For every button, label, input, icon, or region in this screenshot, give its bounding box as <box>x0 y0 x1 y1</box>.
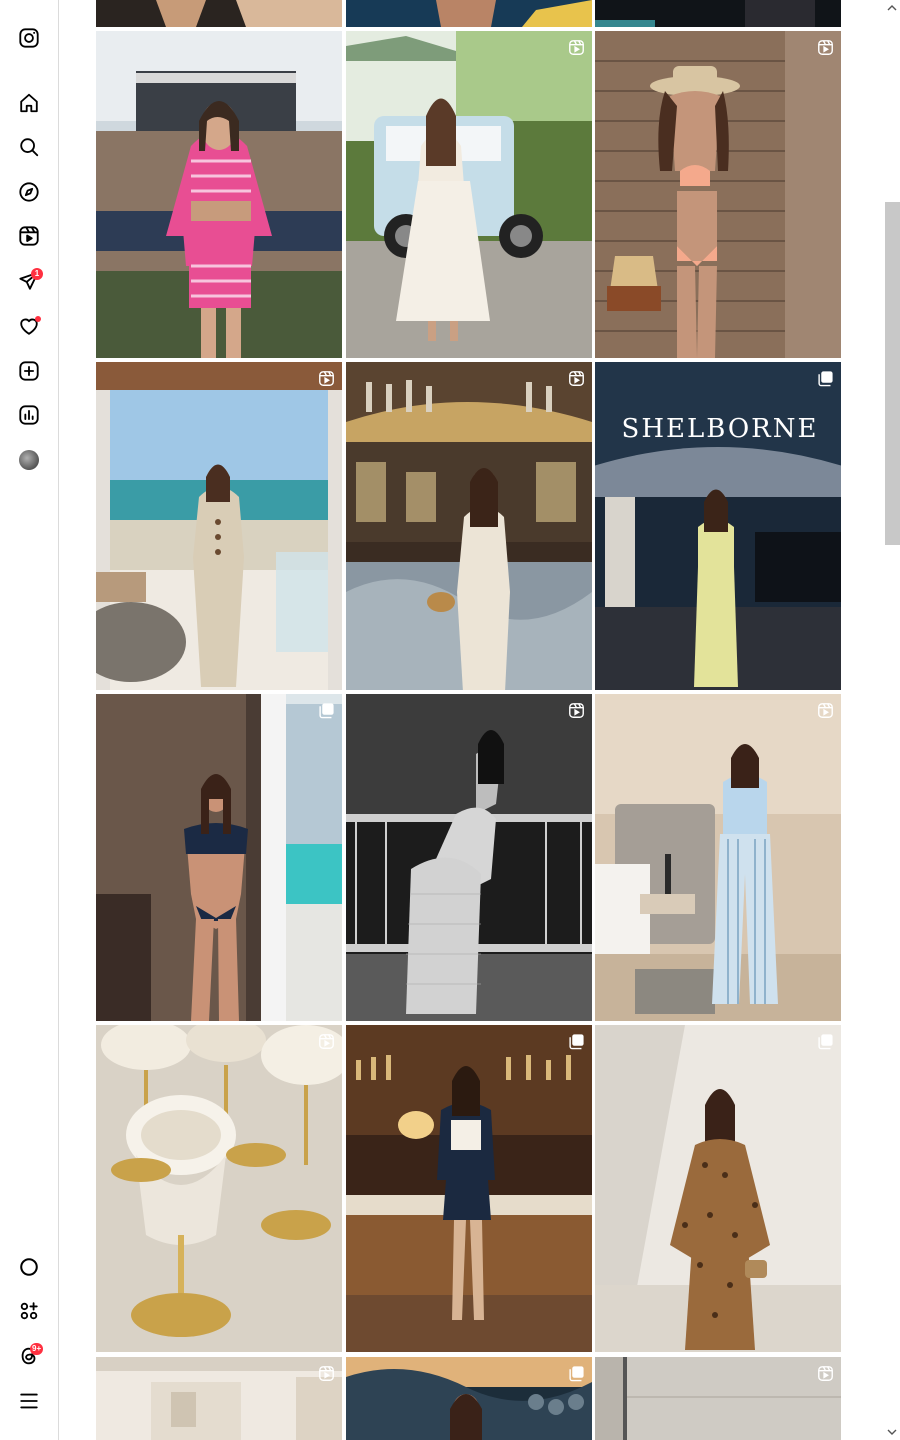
post-tile[interactable] <box>96 362 342 690</box>
svg-text:SHELBORNE: SHELBORNE <box>622 414 819 444</box>
post-tile[interactable] <box>595 1025 841 1352</box>
reel-badge-icon <box>318 370 335 387</box>
threads-badge: 9+ <box>30 1343 44 1355</box>
messages-badge: 1 <box>31 268 43 280</box>
post-tile[interactable] <box>595 1357 841 1440</box>
reel-badge-icon <box>318 1033 335 1050</box>
instagram-logo-icon[interactable] <box>17 26 41 50</box>
post-tile[interactable]: SHELBORNE <box>595 362 841 690</box>
carousel-badge-icon <box>817 1033 834 1050</box>
scroll-up-arrow-icon[interactable] <box>887 3 897 13</box>
reel-badge-icon <box>318 1365 335 1382</box>
post-tile[interactable] <box>96 694 342 1021</box>
reel-badge-icon <box>568 39 585 56</box>
post-tile[interactable] <box>346 362 592 690</box>
reel-badge-icon <box>568 370 585 387</box>
search-icon[interactable] <box>17 135 41 159</box>
create-icon[interactable] <box>17 359 41 383</box>
reels-icon[interactable] <box>17 224 41 248</box>
post-tile[interactable] <box>595 694 841 1021</box>
page-scrollbar[interactable] <box>883 0 900 1440</box>
home-icon[interactable] <box>17 91 41 115</box>
notifications-dot <box>35 316 41 322</box>
dashboard-icon[interactable] <box>17 403 41 427</box>
post-tile[interactable] <box>346 1357 592 1440</box>
menu-icon[interactable] <box>17 1389 41 1413</box>
carousel-badge-icon <box>318 702 335 719</box>
scrollbar-thumb[interactable] <box>885 202 900 545</box>
reel-badge-icon <box>568 702 585 719</box>
carousel-badge-icon <box>568 1365 585 1382</box>
reel-badge-icon <box>817 702 834 719</box>
post-tile[interactable] <box>96 1357 342 1440</box>
scroll-down-arrow-icon[interactable] <box>887 1427 897 1437</box>
sidebar-nav: 1 9+ <box>0 0 59 1440</box>
reel-badge-icon <box>817 39 834 56</box>
more-apps-icon[interactable] <box>17 1299 41 1323</box>
carousel-badge-icon <box>817 370 834 387</box>
threads-circle-icon[interactable] <box>17 1255 41 1279</box>
reel-badge-icon <box>817 1365 834 1382</box>
post-tile[interactable] <box>346 31 592 358</box>
explore-icon[interactable] <box>17 180 41 204</box>
post-tile[interactable] <box>595 0 841 27</box>
post-tile[interactable] <box>595 31 841 358</box>
post-tile[interactable] <box>346 1025 592 1352</box>
profile-avatar[interactable] <box>17 448 41 472</box>
carousel-badge-icon <box>568 1033 585 1050</box>
post-tile[interactable] <box>96 31 342 358</box>
post-tile[interactable] <box>346 0 592 27</box>
post-tile[interactable] <box>346 694 592 1021</box>
post-tile[interactable] <box>96 1025 342 1352</box>
post-tile[interactable] <box>96 0 342 27</box>
